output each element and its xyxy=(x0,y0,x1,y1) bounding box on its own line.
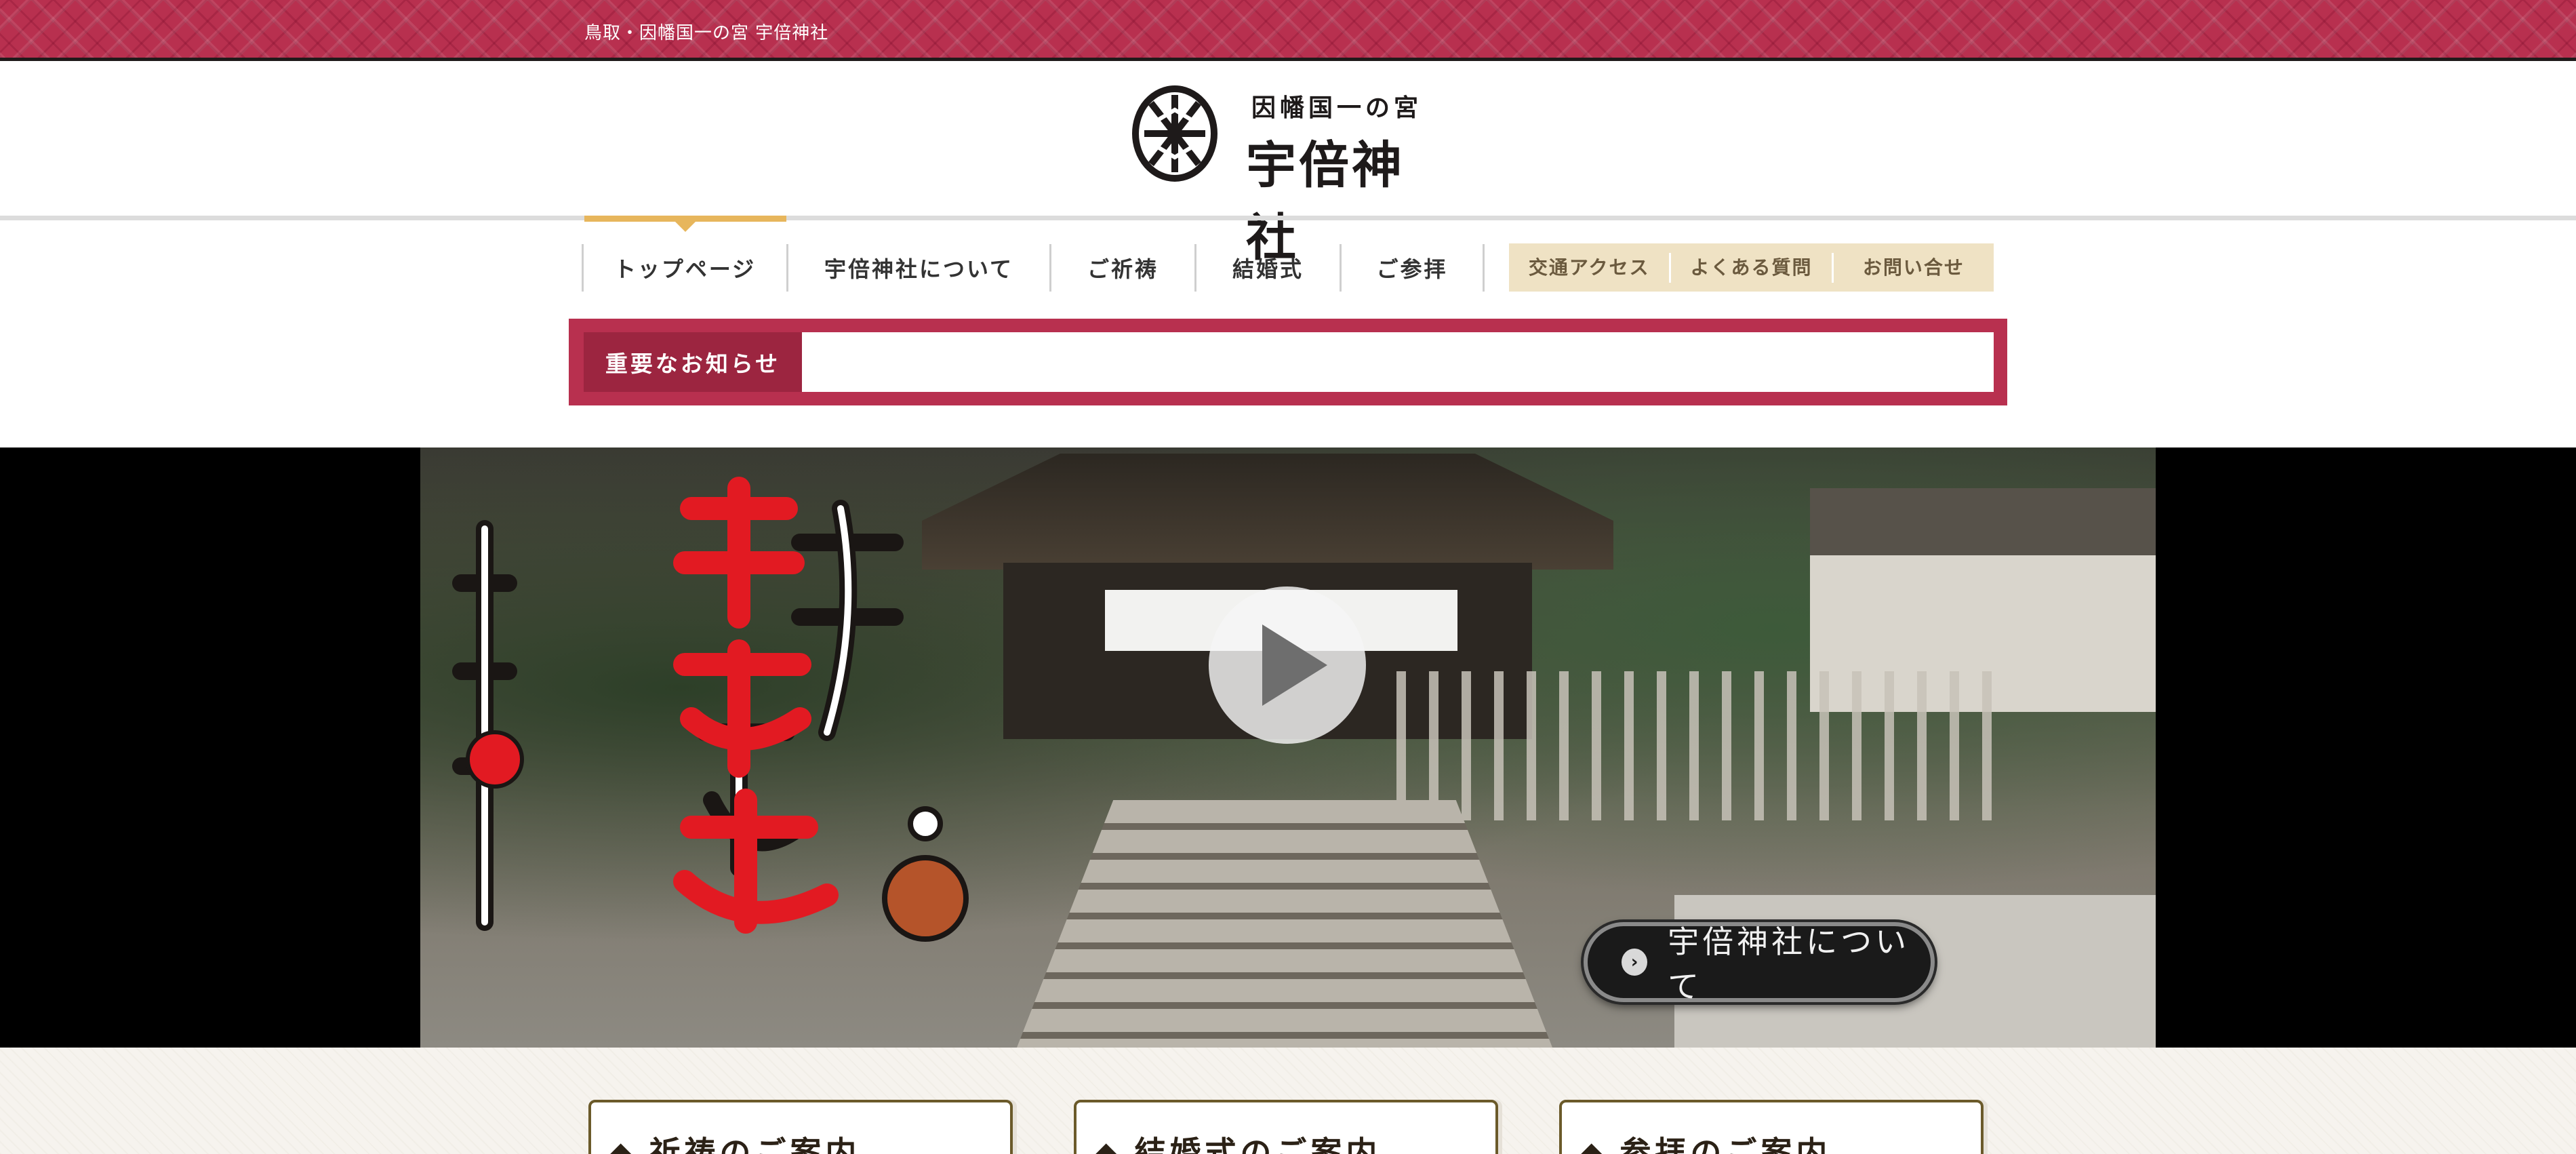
subnav-item-faq[interactable]: よくある質問 xyxy=(1671,252,1834,283)
hero-video[interactable]: › 宇倍神社について xyxy=(420,447,2156,1048)
card-title-wedding: 結婚式のご案内 xyxy=(1134,1134,1382,1154)
important-notice: 重要なお知らせ xyxy=(569,319,2007,405)
nav-item-about[interactable]: 宇倍神社について xyxy=(786,244,1049,292)
card-visit[interactable]: ◆ 参拝のご案内 xyxy=(1559,1100,1984,1154)
subnav-item-access[interactable]: 交通アクセス xyxy=(1509,252,1672,283)
nav-item-top[interactable]: トップページ xyxy=(582,244,786,292)
chevron-right-icon: › xyxy=(1622,949,1648,976)
site-logo[interactable]: 因幡国一の宮 宇倍神社 xyxy=(1131,83,1449,267)
card-title-prayer: 祈祷のご案内 xyxy=(649,1134,861,1154)
nav-item-visit[interactable]: ご参拝 xyxy=(1340,244,1485,292)
card-title-visit: 参拝のご案内 xyxy=(1619,1134,1832,1154)
sub-nav: 交通アクセス よくある質問 お問い合せ xyxy=(1509,243,1994,292)
diamond-icon: ◆ xyxy=(1094,1134,1123,1154)
nav-item-prayer[interactable]: ご祈祷 xyxy=(1049,244,1194,292)
diamond-icon: ◆ xyxy=(609,1134,637,1154)
diamond-icon: ◆ xyxy=(1579,1134,1608,1154)
subnav-item-contact[interactable]: お問い合せ xyxy=(1834,253,1994,283)
notice-label: 重要なお知らせ xyxy=(584,332,802,392)
nav-active-pointer-icon xyxy=(675,221,696,232)
shrine-crest-icon xyxy=(1132,85,1217,182)
fence-image xyxy=(1396,671,2007,820)
top-banner: 鳥取・因幡国一の宮 宇倍神社 xyxy=(0,0,2576,61)
main-nav: トップページ 宇倍神社について ご祈祷 結婚式 ご参拝 xyxy=(582,244,1485,292)
about-shrine-button[interactable]: › 宇倍神社について xyxy=(1584,922,1935,1005)
header-divider xyxy=(0,216,2576,220)
nav-item-wedding[interactable]: 結婚式 xyxy=(1194,244,1340,292)
new-year-calligraphy-image xyxy=(452,477,969,942)
notice-content[interactable] xyxy=(802,332,1994,392)
card-wedding[interactable]: ◆ 結婚式のご案内 xyxy=(1074,1100,1498,1154)
card-prayer[interactable]: ◆ 祈祷のご案内 xyxy=(588,1100,1013,1154)
play-button[interactable] xyxy=(1209,586,1366,744)
play-icon xyxy=(1262,624,1327,706)
site-tagline: 鳥取・因幡国一の宮 宇倍神社 xyxy=(584,23,829,43)
logo-subtitle: 因幡国一の宮 xyxy=(1251,94,1423,122)
about-shrine-label: 宇倍神社について xyxy=(1668,923,1910,1005)
